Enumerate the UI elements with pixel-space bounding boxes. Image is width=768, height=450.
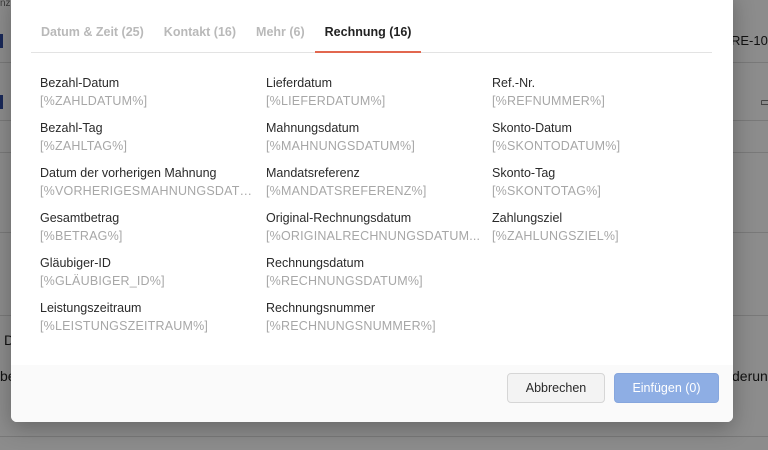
placeholder-column: Bezahl-Datum [%ZAHLDATUM%] Bezahl-Tag [%… (40, 75, 258, 345)
placeholder-label: Datum der vorherigen Mahnung (40, 166, 217, 180)
placeholder-code: [%SKONTOTAG%] (492, 184, 602, 198)
placeholder-label: Original-Rechnungsdatum (266, 211, 412, 225)
placeholder-code: [%LIEFERDATUM%] (266, 94, 386, 108)
tab-rechnung[interactable]: Rechnung (16) (314, 14, 422, 53)
placeholder-label: Skonto-Datum (492, 121, 572, 135)
placeholder-label: Zahlungsziel (492, 211, 563, 225)
placeholder-label: Lieferdatum (266, 76, 333, 90)
placeholder-code: [%VORHERIGESMAHNUNGSDATU... (40, 184, 258, 198)
placeholder-item[interactable]: Bezahl-Datum [%ZAHLDATUM%] (40, 75, 258, 120)
placeholder-code: [%SKONTODATUM%] (492, 139, 621, 153)
dialog-footer: Abbrechen Einfügen (0) (11, 365, 733, 422)
placeholder-code: [%GLÄUBIGER_ID%] (40, 274, 165, 288)
placeholder-code: [%MANDATSREFERENZ%] (266, 184, 427, 198)
placeholder-label: Ref.-Nr. (492, 76, 536, 90)
placeholder-code: [%ORIGINALRECHNUNGSDATUM... (266, 229, 481, 243)
placeholder-item[interactable]: Bezahl-Tag [%ZAHLTAG%] (40, 120, 258, 165)
placeholder-label: Mandatsreferenz (266, 166, 360, 180)
insert-button[interactable]: Einfügen (0) (614, 373, 719, 403)
placeholder-item[interactable]: Ref.-Nr. [%REFNUMMER%] (492, 75, 710, 120)
placeholder-label: Gesamtbetrag (40, 211, 120, 225)
placeholder-item[interactable]: Lieferdatum [%LIEFERDATUM%] (266, 75, 484, 120)
placeholder-code: [%RECHNUNGSDATUM%] (266, 274, 423, 288)
placeholder-column: Lieferdatum [%LIEFERDATUM%] Mahnungsdatu… (266, 75, 484, 345)
placeholder-code: [%ZAHLDATUM%] (40, 94, 148, 108)
tab-bar: Datum & Zeit (25) Kontakt (16) Mehr (6) … (31, 14, 712, 53)
cancel-button[interactable]: Abbrechen (507, 373, 605, 403)
placeholder-code: [%LEISTUNGSZEITRAUM%] (40, 319, 209, 333)
placeholder-item[interactable]: Rechnungsnummer [%RECHNUNGSNUMMER%] (266, 300, 484, 345)
placeholder-code: [%ZAHLTAG%] (40, 139, 128, 153)
placeholder-item[interactable]: Gläubiger-ID [%GLÄUBIGER_ID%] (40, 255, 258, 300)
placeholder-item[interactable]: Leistungszeitraum [%LEISTUNGSZEITRAUM%] (40, 300, 258, 345)
placeholder-item[interactable]: Gesamtbetrag [%BETRAG%] (40, 210, 258, 255)
placeholder-label: Rechnungsnummer (266, 301, 376, 315)
placeholder-column: Ref.-Nr. [%REFNUMMER%] Skonto-Datum [%SK… (492, 75, 710, 255)
placeholder-item[interactable]: Mahnungsdatum [%MAHNUNGSDATUM%] (266, 120, 484, 165)
placeholder-code: [%BETRAG%] (40, 229, 123, 243)
placeholder-item[interactable]: Zahlungsziel [%ZAHLUNGSZIEL%] (492, 210, 710, 255)
placeholder-code: [%ZAHLUNGSZIEL%] (492, 229, 619, 243)
placeholder-label: Bezahl-Tag (40, 121, 103, 135)
placeholder-label: Bezahl-Datum (40, 76, 120, 90)
placeholder-label: Skonto-Tag (492, 166, 556, 180)
placeholder-item[interactable]: Skonto-Tag [%SKONTOTAG%] (492, 165, 710, 210)
placeholder-code: [%MAHNUNGSDATUM%] (266, 139, 416, 153)
placeholder-label: Mahnungsdatum (266, 121, 360, 135)
placeholder-code: [%RECHNUNGSNUMMER%] (266, 319, 436, 333)
placeholder-item[interactable]: Mandatsreferenz [%MANDATSREFERENZ%] (266, 165, 484, 210)
placeholder-label: Gläubiger-ID (40, 256, 111, 270)
placeholder-label: Leistungszeitraum (40, 301, 142, 315)
tab-kontakt[interactable]: Kontakt (16) (154, 14, 246, 52)
placeholder-dialog: Datum & Zeit (25) Kontakt (16) Mehr (6) … (11, 0, 733, 422)
placeholder-item[interactable]: Skonto-Datum [%SKONTODATUM%] (492, 120, 710, 165)
tab-datum-zeit[interactable]: Datum & Zeit (25) (31, 14, 154, 52)
placeholder-item[interactable]: Datum der vorherigen Mahnung [%VORHERIGE… (40, 165, 258, 210)
tab-mehr[interactable]: Mehr (6) (246, 14, 315, 52)
placeholder-item[interactable]: Rechnungsdatum [%RECHNUNGSDATUM%] (266, 255, 484, 300)
placeholder-item[interactable]: Original-Rechnungsdatum [%ORIGINALRECHNU… (266, 210, 484, 255)
placeholder-code: [%REFNUMMER%] (492, 94, 606, 108)
placeholder-label: Rechnungsdatum (266, 256, 364, 270)
